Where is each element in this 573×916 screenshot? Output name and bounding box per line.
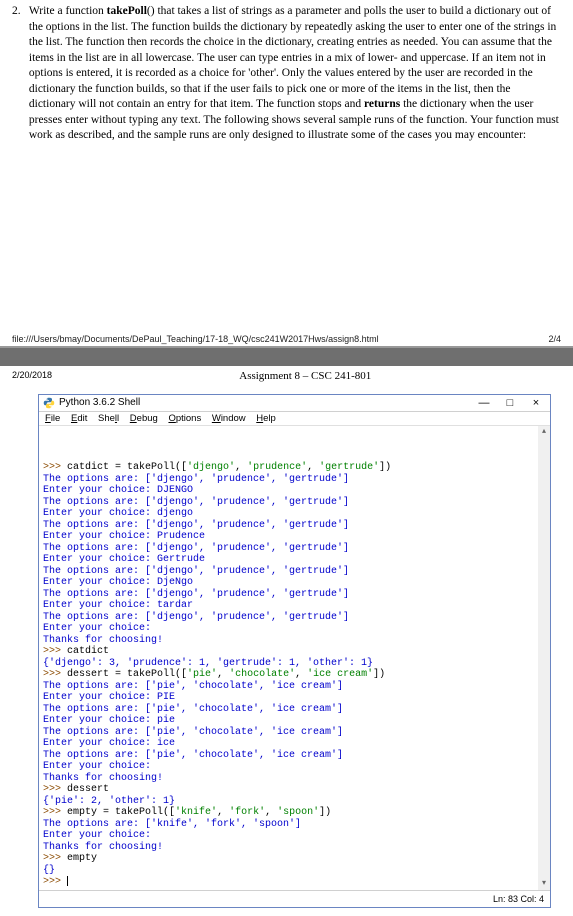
q-funcname: takePoll xyxy=(107,5,147,17)
console-input-line: >>> empty = takePoll(['knife', 'fork', '… xyxy=(43,807,546,819)
question-block: 2. Write a function takePoll() that take… xyxy=(0,0,573,152)
console-output-line: {'djengo': 3, 'prudence': 1, 'gertrude':… xyxy=(43,658,546,670)
q-returns: returns xyxy=(364,98,400,110)
console-input-line: >>> xyxy=(43,876,546,888)
window-title: Python 3.6.2 Shell xyxy=(59,397,140,408)
console-output-line: Enter your choice: ice xyxy=(43,738,546,750)
python-icon xyxy=(43,397,55,409)
page2-title: Assignment 8 – CSC 241-801 xyxy=(52,370,558,382)
page-gap xyxy=(0,348,573,366)
page-footer: file:///Users/bmay/Documents/DePaul_Teac… xyxy=(0,332,573,348)
statusbar: Ln: 83 Col: 4 xyxy=(39,890,550,907)
python-shell-window: Python 3.6.2 Shell — □ × File Edit Shell… xyxy=(38,394,551,909)
console-output-line: The options are: ['djengo', 'prudence', … xyxy=(43,612,546,624)
page2-date: 2/20/2018 xyxy=(12,370,52,382)
menu-options[interactable]: Options xyxy=(168,413,201,424)
console-output-line: Enter your choice: tardar xyxy=(43,600,546,612)
console-output-line: The options are: ['pie', 'chocolate', 'i… xyxy=(43,681,546,693)
menubar: File Edit Shell Debug Options Window Hel… xyxy=(39,412,550,426)
q-part-1: () that takes a list of strings as a par… xyxy=(29,5,556,110)
console-output-line: Enter your choice: pie xyxy=(43,715,546,727)
page2-spacer xyxy=(558,370,561,382)
q-part-0: Write a function xyxy=(29,5,107,17)
console-output-line: The options are: ['knife', 'fork', 'spoo… xyxy=(43,819,546,831)
console-output-line: Thanks for choosing! xyxy=(43,635,546,647)
status-text: Ln: 83 Col: 4 xyxy=(493,894,544,904)
console-output-line: Enter your choice: DjeNgo xyxy=(43,577,546,589)
console-input-line: >>> dessert = takePoll(['pie', 'chocolat… xyxy=(43,669,546,681)
console-output-line: {'pie': 2, 'other': 1} xyxy=(43,796,546,808)
console-output-line: Enter your choice: xyxy=(43,830,546,842)
console-output-line: Enter your choice: xyxy=(43,623,546,635)
console-output-line: Enter your choice: djengo xyxy=(43,508,546,520)
console-output-line: Enter your choice: DJENGO xyxy=(43,485,546,497)
console-input-line: >>> catdict = takePoll(['djengo', 'prude… xyxy=(43,462,546,474)
menu-edit[interactable]: Edit xyxy=(71,413,87,424)
minimize-button[interactable]: — xyxy=(476,397,492,409)
console-input-line: >>> dessert xyxy=(43,784,546,796)
console-output-line: Enter your choice: Gertrude xyxy=(43,554,546,566)
console-output-line: The options are: ['djengo', 'prudence', … xyxy=(43,520,546,532)
console-output-line: Enter your choice: xyxy=(43,761,546,773)
question-text: Write a function takePoll() that takes a… xyxy=(29,4,559,144)
console-output-line: The options are: ['djengo', 'prudence', … xyxy=(43,589,546,601)
console-output-line: Enter your choice: PIE xyxy=(43,692,546,704)
console-output-line: Thanks for choosing! xyxy=(43,842,546,854)
scroll-up-icon[interactable]: ▴ xyxy=(538,426,550,438)
maximize-button[interactable]: □ xyxy=(502,397,518,409)
scrollbar[interactable]: ▴ ▾ xyxy=(538,426,550,891)
scroll-down-icon[interactable]: ▾ xyxy=(538,878,550,890)
question-number: 2. xyxy=(12,4,26,20)
page2-header: 2/20/2018 Assignment 8 – CSC 241-801 xyxy=(0,366,573,388)
menu-window[interactable]: Window xyxy=(212,413,246,424)
console-output-line: The options are: ['pie', 'chocolate', 'i… xyxy=(43,750,546,762)
menu-file[interactable]: File xyxy=(45,413,60,424)
console-output-line: Enter your choice: Prudence xyxy=(43,531,546,543)
console-output-line: The options are: ['djengo', 'prudence', … xyxy=(43,474,546,486)
console-output-line: The options are: ['djengo', 'prudence', … xyxy=(43,543,546,555)
close-button[interactable]: × xyxy=(528,397,544,409)
console-output-line: The options are: ['djengo', 'prudence', … xyxy=(43,497,546,509)
console-output-line: The options are: ['pie', 'chocolate', 'i… xyxy=(43,727,546,739)
console-output-line: {} xyxy=(43,865,546,877)
footer-pagenum: 2/4 xyxy=(548,334,561,344)
footer-path: file:///Users/bmay/Documents/DePaul_Teac… xyxy=(12,334,379,344)
console-area[interactable]: ▴ ▾ >>> catdict = takePoll(['djengo', 'p… xyxy=(39,426,550,891)
menu-debug[interactable]: Debug xyxy=(130,413,158,424)
menu-shell[interactable]: Shell xyxy=(98,413,119,424)
console-input-line: >>> catdict xyxy=(43,646,546,658)
console-output-line: The options are: ['pie', 'chocolate', 'i… xyxy=(43,704,546,716)
titlebar: Python 3.6.2 Shell — □ × xyxy=(39,395,550,412)
console-output-line: The options are: ['djengo', 'prudence', … xyxy=(43,566,546,578)
console-output-line: Thanks for choosing! xyxy=(43,773,546,785)
console-input-line: >>> empty xyxy=(43,853,546,865)
window-controls: — □ × xyxy=(476,397,544,409)
menu-help[interactable]: Help xyxy=(256,413,276,424)
